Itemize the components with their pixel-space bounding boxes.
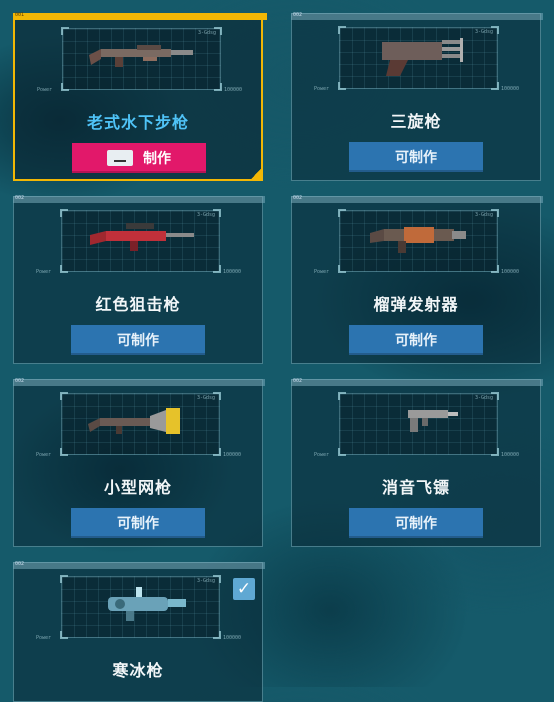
card-tag: 002 bbox=[13, 378, 265, 386]
triple-spin-gun-icon bbox=[382, 38, 463, 76]
power-label: Power bbox=[37, 87, 53, 93]
card-tag: 002 bbox=[13, 561, 265, 569]
card-tag: 002 bbox=[291, 12, 543, 20]
card-tag: 002 bbox=[13, 195, 265, 203]
spacebar-key-icon bbox=[107, 150, 133, 166]
small-net-gun-icon bbox=[88, 408, 180, 434]
available-button[interactable]: 可制作 bbox=[349, 325, 483, 355]
available-button[interactable]: 可制作 bbox=[71, 508, 205, 538]
craft-button-label: 制作 bbox=[143, 151, 171, 167]
available-button[interactable]: 可制作 bbox=[349, 508, 483, 538]
card-tag: 002 bbox=[291, 195, 543, 203]
available-button[interactable]: 可制作 bbox=[349, 142, 483, 172]
weapon-card-1[interactable]: 002 3-Gdsg Power 100000 三旋枪 可制作 bbox=[291, 12, 543, 181]
weapon-preview-frame: 3-Gdsg Power 100000 bbox=[314, 392, 519, 458]
weapon-preview-frame: 3-Gdsg Power 100000 bbox=[314, 209, 519, 275]
silenced-dart-gun-icon bbox=[408, 410, 458, 432]
old-underwater-rifle-icon bbox=[89, 45, 193, 67]
grenade-launcher-icon bbox=[370, 227, 466, 253]
card-tag: 001 bbox=[13, 12, 267, 20]
weapon-card-3[interactable]: 002 3-Gdsg Power 100000 榴弹发射器 可制作 bbox=[291, 195, 543, 364]
weapon-card-0[interactable]: 001 3-Gdsg Power 100000 老式水下步枪 制作 bbox=[13, 12, 267, 181]
weapon-card-2[interactable]: 002 3-Gdsg Power 100000 红色狙击枪 可制作 bbox=[13, 195, 265, 364]
weapon-name: 榴弹发射器 bbox=[373, 295, 459, 314]
corner-accent bbox=[249, 167, 263, 181]
craft-button[interactable]: 制作 bbox=[72, 143, 206, 173]
weapon-name: 寒冰枪 bbox=[112, 661, 164, 680]
weapon-name: 三旋枪 bbox=[390, 112, 442, 131]
ice-gun-icon bbox=[108, 587, 186, 621]
weapon-name: 小型网枪 bbox=[103, 478, 172, 497]
red-sniper-rifle-icon bbox=[90, 223, 194, 251]
available-button[interactable]: 可制作 bbox=[71, 325, 205, 355]
weapon-card-4[interactable]: 002 3-Gdsg Power 100000 小型网枪 可制作 bbox=[13, 378, 265, 547]
weapon-name: 红色狙击枪 bbox=[95, 295, 181, 314]
weapon-preview-frame: 3-Gdsg Power 100000 bbox=[37, 27, 242, 93]
weapon-preview-frame: 3-Gdsg Power 100000 bbox=[314, 26, 519, 92]
card-tag: 002 bbox=[291, 378, 543, 386]
weapon-preview-frame: 3-Gdsg Power 100000 bbox=[36, 575, 241, 641]
rate-label: 3-Gdsg bbox=[197, 30, 216, 36]
weapon-card-6[interactable]: 002 3-Gdsg Power 100000 寒冰枪 bbox=[13, 561, 265, 702]
weapon-name: 老式水下步枪 bbox=[86, 113, 189, 132]
weapon-name: 消音飞镖 bbox=[381, 478, 450, 497]
owned-check-icon: ✓ bbox=[233, 578, 255, 600]
weapon-preview-frame: 3-Gdsg Power 100000 bbox=[36, 209, 241, 275]
weapon-card-5[interactable]: 002 3-Gdsg Power 100000 消音飞镖 可制作 bbox=[291, 378, 543, 547]
ammo-label: 100000 bbox=[223, 87, 242, 93]
weapon-preview-frame: 3-Gdsg Power 100000 bbox=[36, 392, 241, 458]
